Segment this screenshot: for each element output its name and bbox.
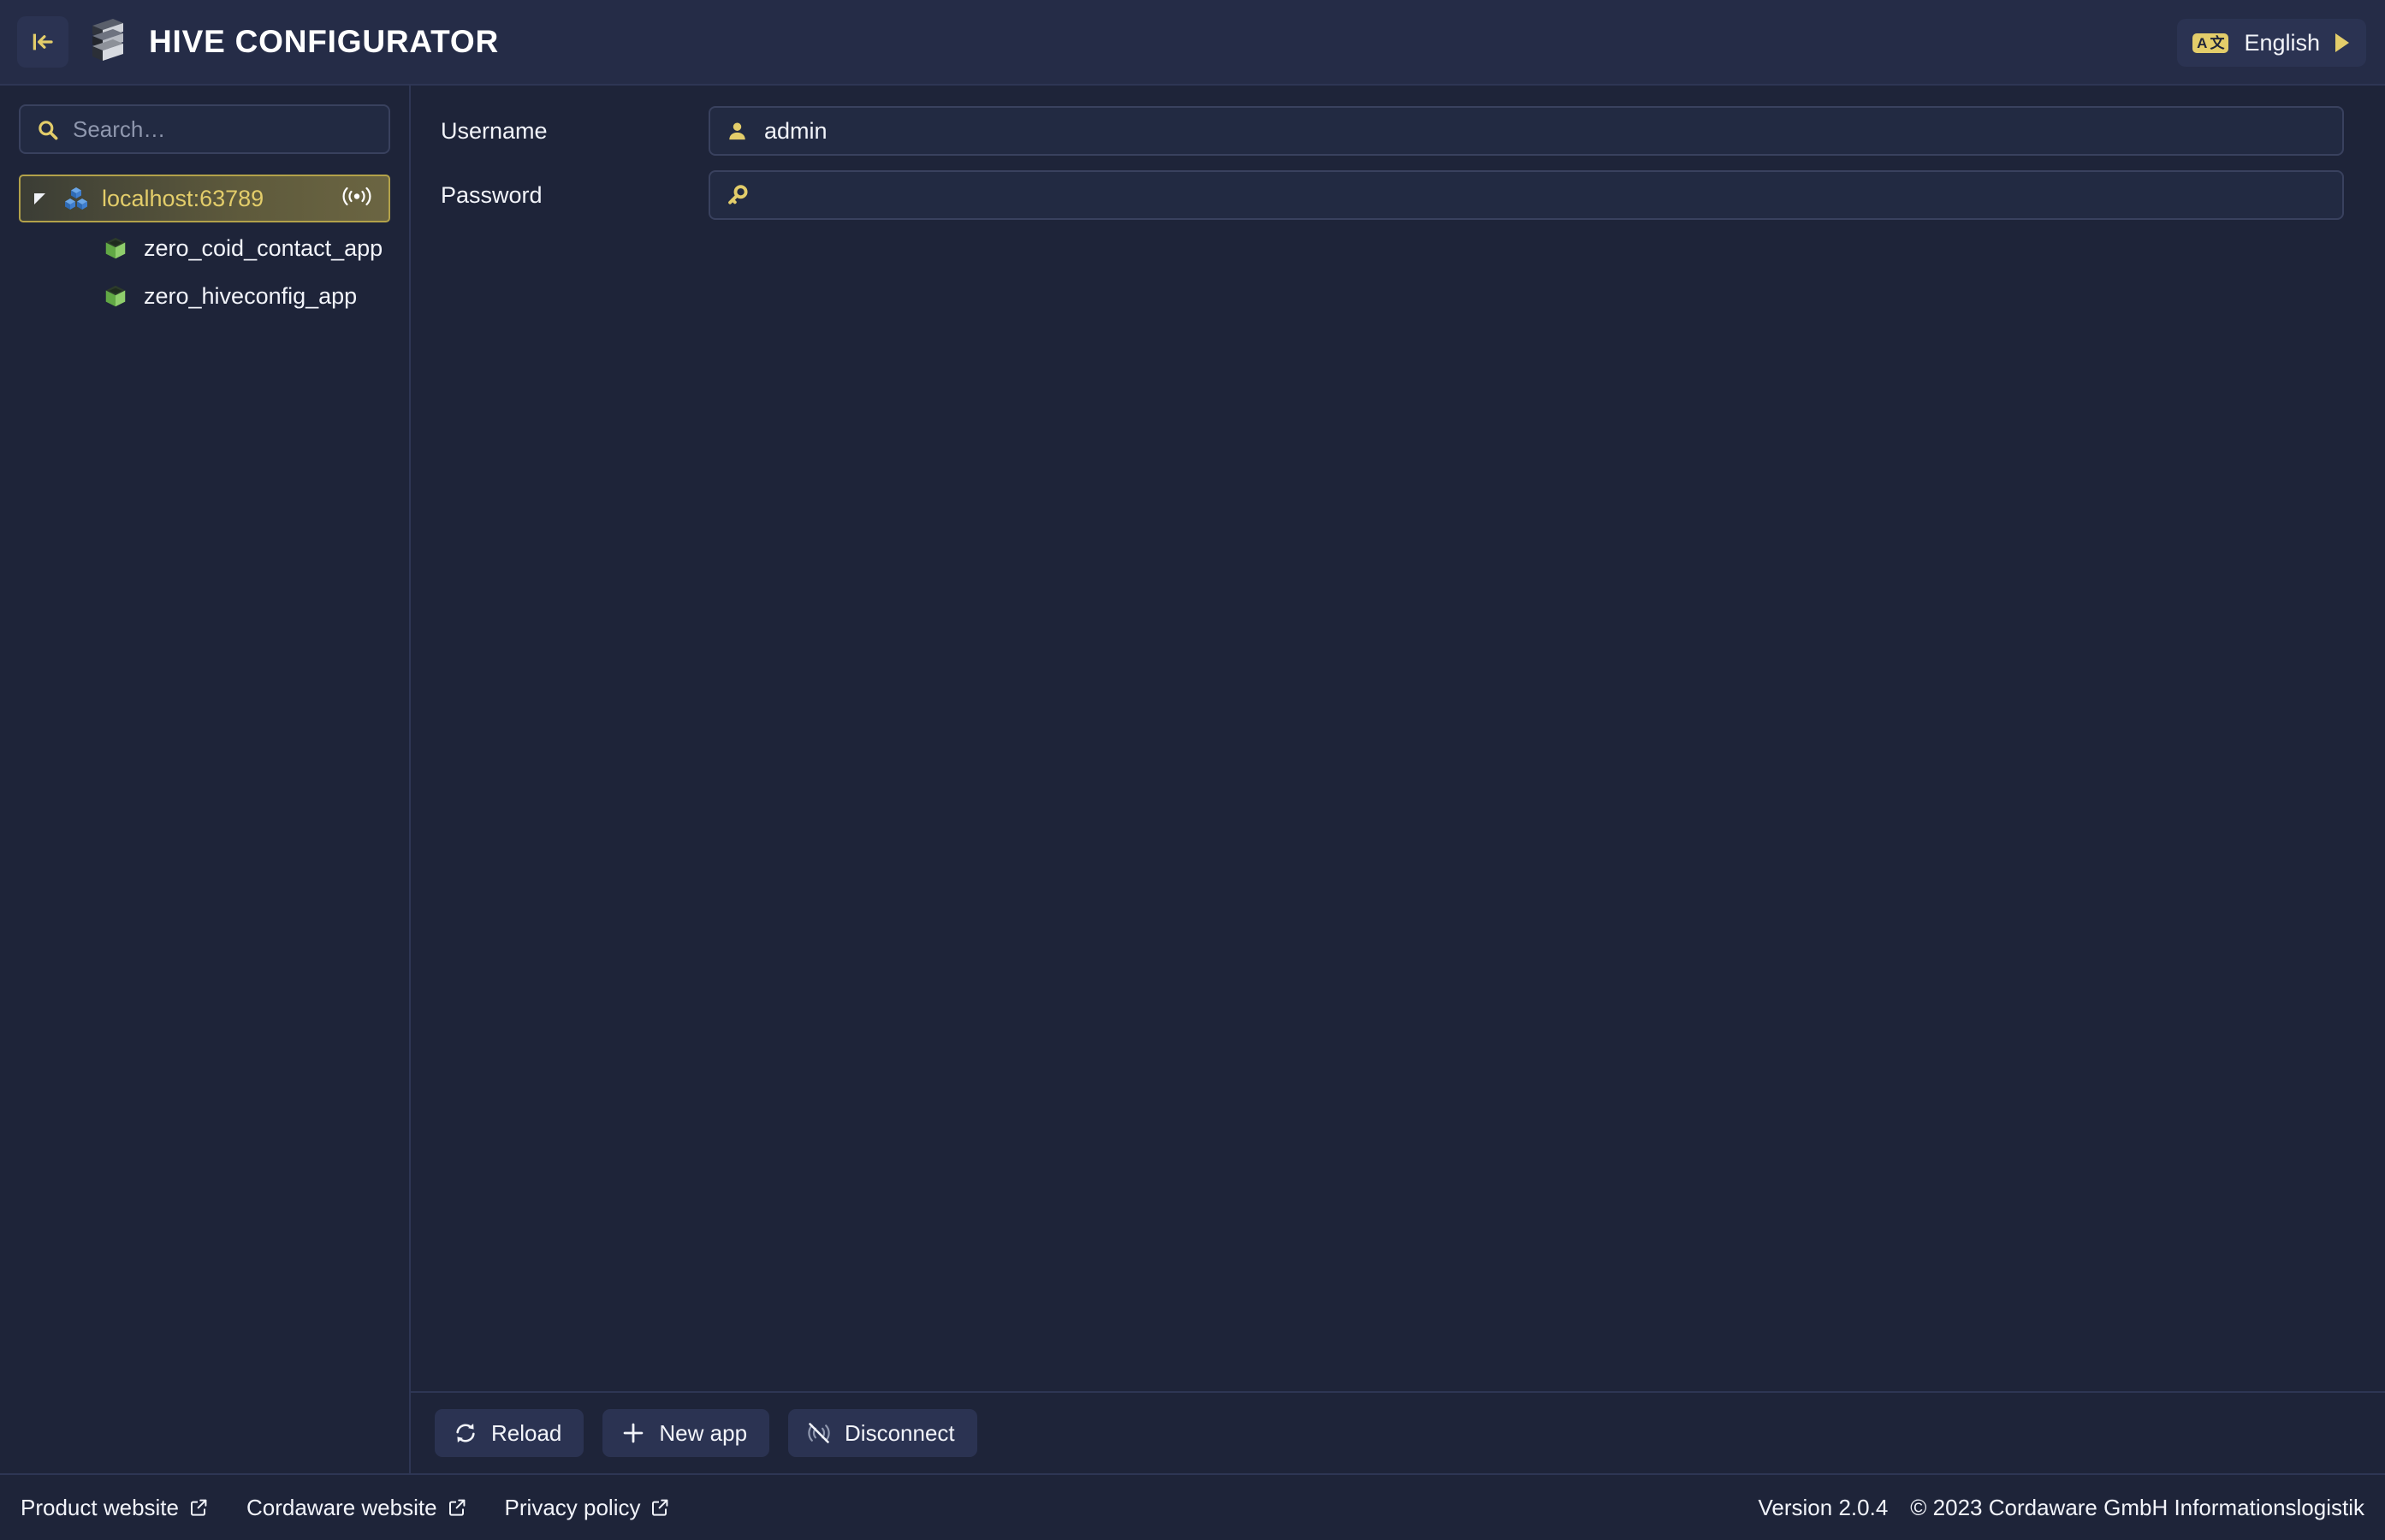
new-app-label: New app [659,1419,748,1446]
search-placeholder: Search… [73,116,166,142]
user-icon [729,121,745,139]
hive-blocks-logo [87,15,127,68]
main-body: Search… localhost:63789 zero_coid_contac… [0,86,2385,1473]
version-label: Version 2.0.4 [1758,1494,1889,1520]
hive-configurator-window: HIVE CONFIGURATOR A文 English Search… loc… [0,0,2385,1540]
search-input[interactable]: Search… [19,104,390,154]
external-link-icon [190,1499,207,1516]
external-link-icon [652,1499,668,1516]
app-footer: Product website Cordaware website Privac… [0,1473,2385,1540]
cluster-cubes-icon [65,187,87,210]
cordaware-website-link[interactable]: Cordaware website [246,1495,467,1521]
green-cube-icon [105,237,126,259]
privacy-policy-label: Privacy policy [504,1494,641,1520]
footer-meta: Version 2.0.4 © 2023 Cordaware GmbH Info… [1759,1495,2365,1521]
plus-icon [624,1423,644,1443]
form-row-username: Username admin [435,106,2344,156]
triangle-expanded-icon[interactable] [34,192,45,204]
language-selector[interactable]: A文 English [2177,19,2366,67]
green-cube-icon [105,285,126,307]
server-label: localhost:63789 [102,185,264,211]
external-link-icon [448,1499,465,1516]
product-website-link[interactable]: Product website [21,1495,209,1521]
page-title: HIVE CONFIGURATOR [149,24,499,59]
app-label: zero_hiveconfig_app [144,282,358,309]
privacy-policy-link[interactable]: Privacy policy [505,1495,671,1521]
copyright-label: © 2023 Cordaware GmbH Informationslogist… [1910,1494,2364,1520]
content-toolbar: Reload New app Disconnect [411,1391,2385,1473]
disconnect-label: Disconnect [845,1419,955,1446]
tree-item-app[interactable]: zero_coid_contact_app [19,226,390,270]
product-website-label: Product website [21,1494,179,1520]
form-row-password: Password [435,170,2344,220]
username-value: admin [764,117,828,144]
search-icon [39,120,58,139]
new-app-button[interactable]: New app [602,1409,770,1457]
reload-label: Reload [491,1419,562,1446]
tree-item-server[interactable]: localhost:63789 [19,175,390,222]
disconnect-signal-icon [808,1423,830,1443]
password-label: Password [441,181,543,208]
username-field[interactable]: admin [709,106,2344,156]
footer-links: Product website Cordaware website Privac… [21,1495,670,1521]
content-panel: Username admin Password Reload New app D… [411,86,2385,1473]
username-label: Username [441,117,548,144]
disconnect-button[interactable]: Disconnect [788,1409,977,1457]
credentials-form: Username admin Password [411,86,2385,1391]
connected-signal-icon [342,185,371,213]
key-icon [728,184,748,204]
password-field[interactable] [709,170,2344,220]
reload-button[interactable]: Reload [435,1409,584,1457]
app-header: HIVE CONFIGURATOR A文 English [0,0,2385,86]
refresh-icon [456,1424,475,1442]
app-label: zero_coid_contact_app [144,234,383,261]
translate-icon: A文 [2192,33,2229,53]
tree-item-app[interactable]: zero_hiveconfig_app [19,274,390,318]
language-label: English [2244,29,2320,56]
sidebar: Search… localhost:63789 zero_coid_contac… [0,86,411,1473]
collapse-sidebar-button[interactable] [17,16,68,68]
server-tree: localhost:63789 zero_coid_contact_app ze… [19,175,390,318]
cordaware-website-label: Cordaware website [246,1494,437,1520]
collapse-left-icon [33,33,53,50]
caret-right-icon [2335,33,2349,52]
